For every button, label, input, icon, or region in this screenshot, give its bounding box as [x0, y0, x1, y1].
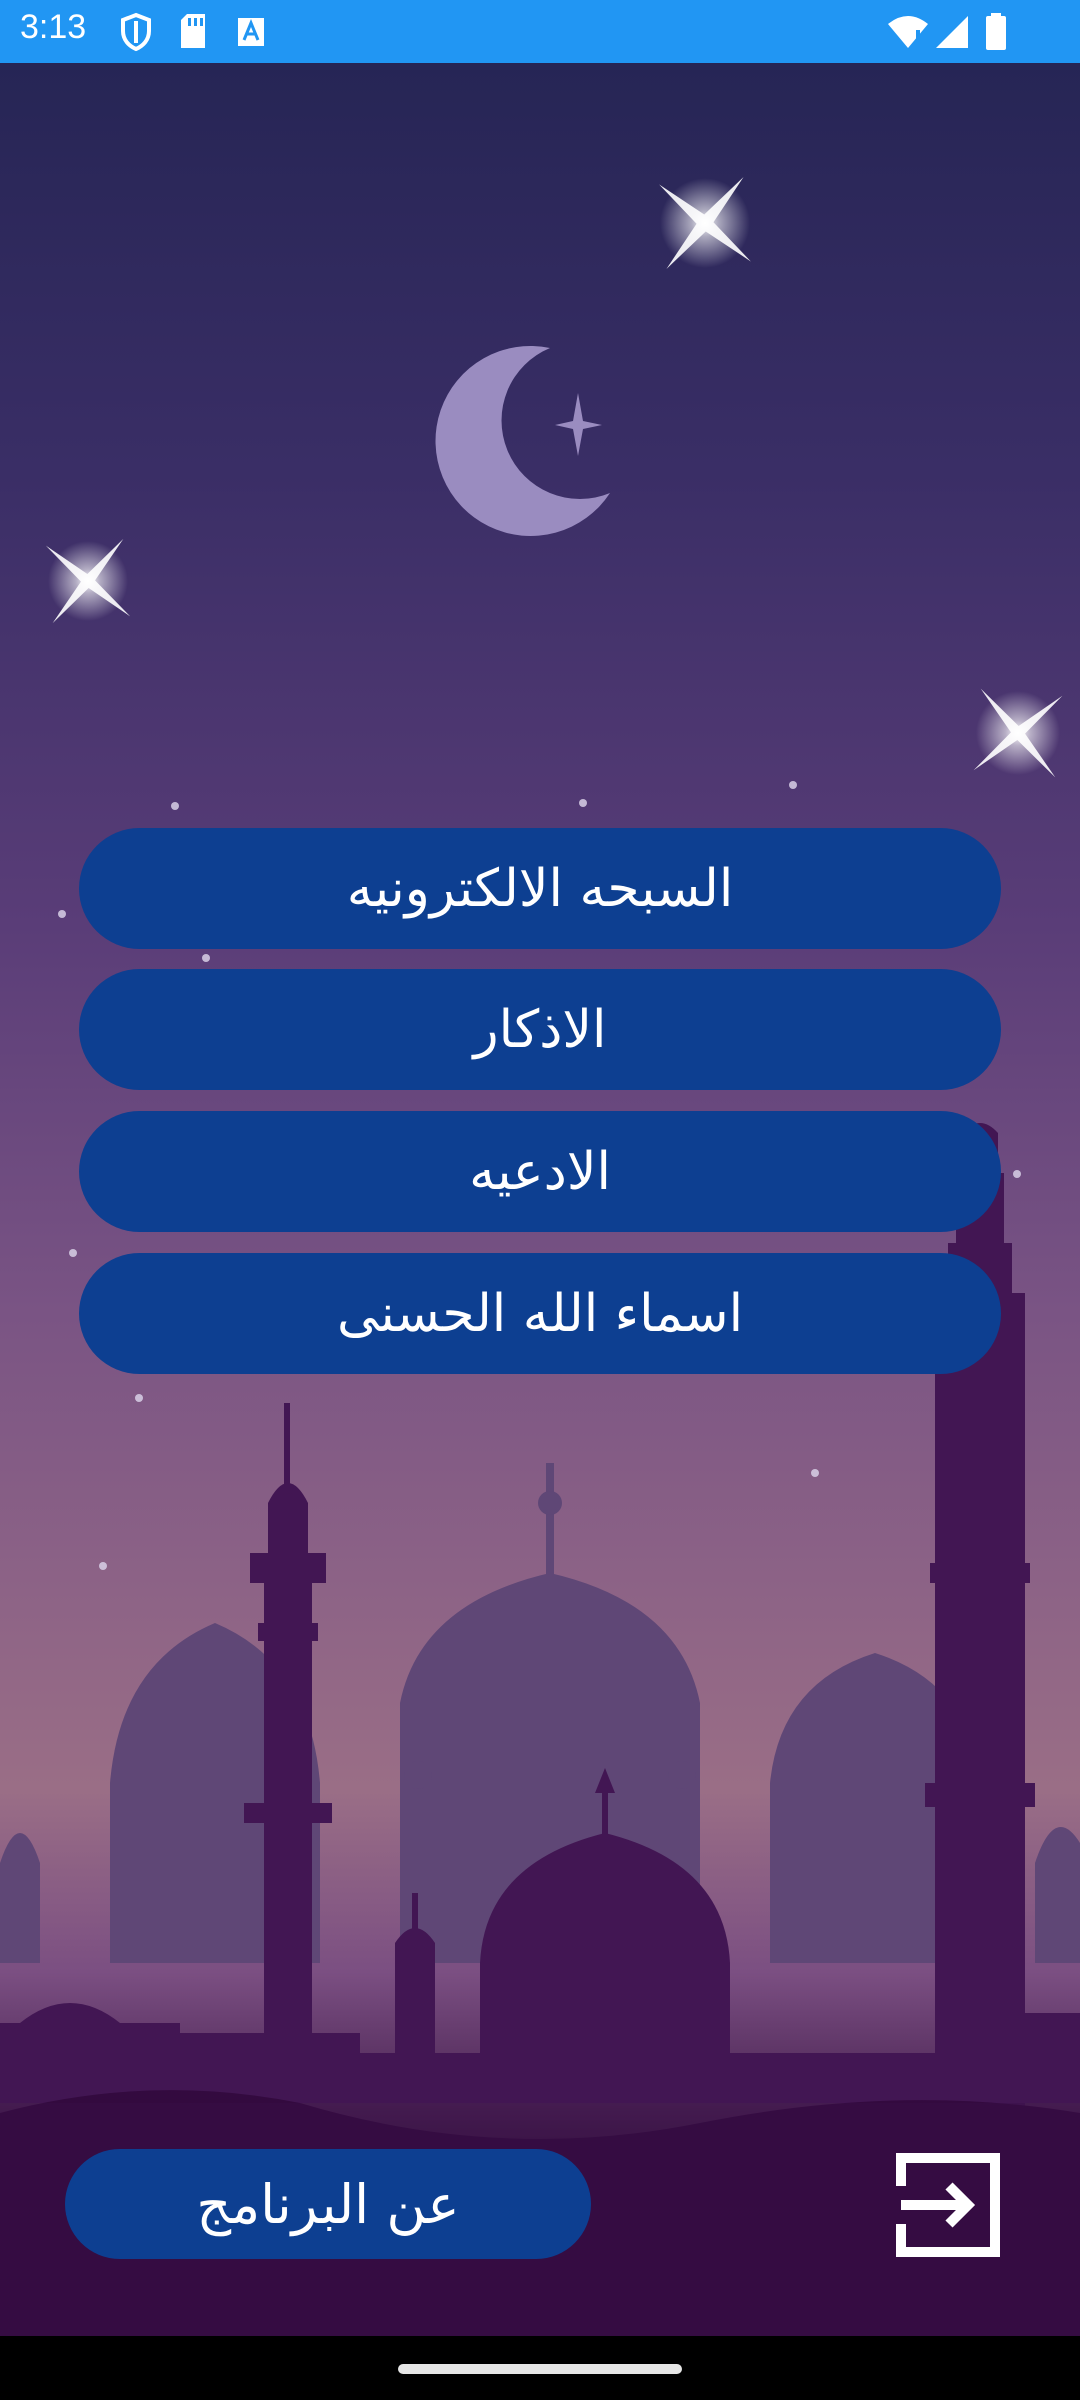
crescent-moon-icon — [435, 345, 610, 536]
sd-card-icon — [178, 12, 208, 54]
app-screen: 3:13 السبحه الالكترونيه الاذكار الادعيه … — [0, 0, 1080, 2400]
names-of-allah-button[interactable]: اسماء الله الحسنى — [79, 1253, 1001, 1374]
navigation-bar — [0, 2336, 1080, 2400]
sparkle-star-icon — [45, 538, 131, 624]
shield-icon — [118, 12, 154, 56]
battery-icon — [984, 12, 1008, 56]
sparkle-star-icon — [659, 177, 751, 269]
adhkar-button[interactable]: الاذكار — [79, 969, 1001, 1090]
about-app-button[interactable]: عن البرنامج — [65, 2149, 591, 2259]
wifi-icon — [886, 14, 930, 54]
home-gesture-handle[interactable] — [398, 2364, 682, 2374]
status-bar: 3:13 — [0, 0, 1080, 63]
exit-icon — [896, 2153, 1000, 2257]
duas-button[interactable]: الادعيه — [79, 1111, 1001, 1232]
sparkle-star-icon — [973, 688, 1063, 778]
signal-icon — [934, 14, 970, 54]
electronic-tasbih-button[interactable]: السبحه الالكترونيه — [79, 828, 1001, 949]
text-a-icon — [236, 16, 266, 52]
exit-button[interactable] — [895, 2152, 1001, 2258]
status-time: 3:13 — [20, 8, 87, 46]
